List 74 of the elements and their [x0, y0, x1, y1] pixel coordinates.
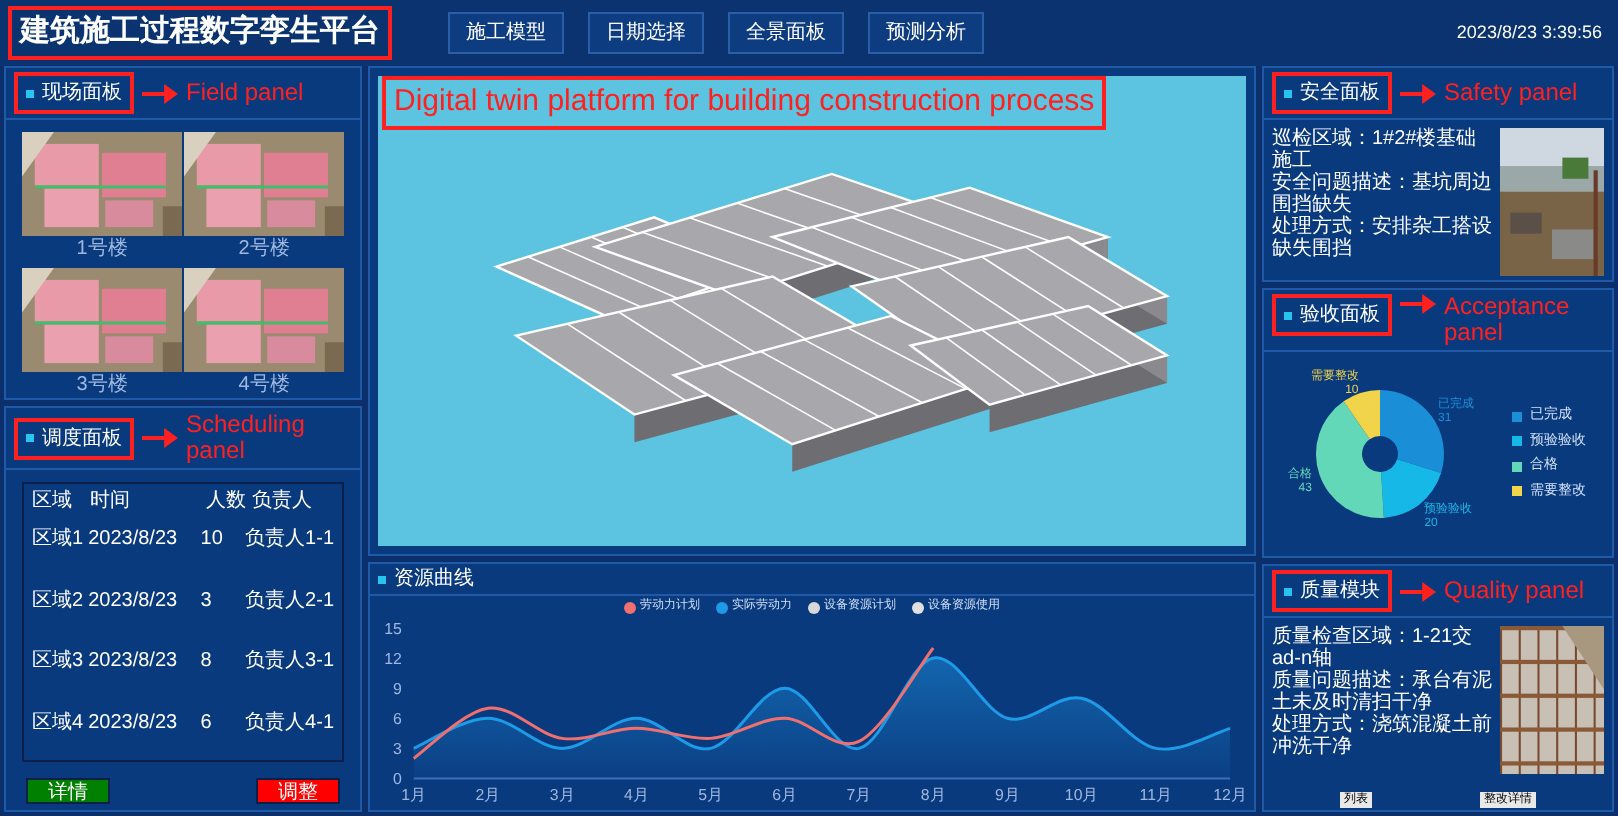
column-header: 时间	[90, 487, 132, 515]
bullet-icon	[1284, 587, 1292, 595]
arrow-icon	[1400, 294, 1436, 314]
x-tick-label: 6月	[772, 786, 798, 805]
table-cell-text: 区域4	[32, 709, 86, 737]
table-cell-text: 负责人2-1	[245, 587, 334, 615]
table-cell-text: 2023/8/23	[88, 526, 180, 554]
info-text: 处理方式：浇筑混凝土前冲洗干净	[1272, 714, 1492, 758]
table-cell-text: 负责人4-1	[245, 709, 334, 737]
column-header: 负责人	[252, 487, 314, 515]
table-cell-text: 区域2	[32, 587, 86, 615]
photo-caption: 2号楼	[238, 236, 290, 264]
info-text: 处理方式：安排杂工搭设缺失围挡	[1272, 216, 1492, 260]
nav-button[interactable]: 预测分析	[868, 12, 984, 54]
table-cell-text: 10	[200, 526, 225, 554]
bullet-icon	[378, 575, 386, 583]
annotation-label: Acceptance panel	[1444, 294, 1572, 346]
x-tick-label: 8月	[920, 786, 946, 805]
bullet-icon	[26, 434, 34, 442]
panel-title: 质量模块	[1300, 577, 1380, 606]
photo-caption: 3号楼	[76, 372, 128, 400]
info-text: 质量检查区域：1-21交ad-n轴	[1272, 626, 1475, 670]
y-axis: 0 3 6 9 12 15	[384, 619, 402, 789]
table-cell-text: 6	[200, 709, 214, 737]
x-tick-label: 3月	[549, 786, 575, 805]
bullet-icon	[1284, 311, 1292, 319]
annotation-label: Scheduling panel	[186, 412, 307, 464]
info-text: 质量问题描述：承台有泥土未及时清扫干净	[1272, 670, 1492, 714]
table-cell-text: 负责人3-1	[245, 647, 334, 676]
x-tick-label: 4月	[623, 786, 649, 805]
annotation-label: Safety panel	[1444, 80, 1578, 106]
table-cell-text: 8	[200, 648, 214, 676]
x-tick-label: 9月	[995, 786, 1020, 805]
x-tick-label: 2月	[475, 786, 501, 805]
action-button[interactable]: 详情	[26, 778, 110, 804]
app-title: 建筑施工过程数字孪生平台	[8, 6, 392, 60]
column-header: 人数	[206, 487, 248, 515]
x-tick-label: 7月	[846, 786, 872, 805]
arrow-icon	[1400, 83, 1436, 103]
nav-button[interactable]: 施工模型	[448, 12, 564, 54]
nav-button[interactable]: 全景面板	[728, 12, 844, 54]
column-header: 区域	[32, 487, 74, 515]
nav-button[interactable]: 日期选择	[588, 12, 704, 54]
table-cell-text: 区域3	[32, 647, 86, 676]
annotation-label: Quality panel	[1444, 578, 1585, 604]
panel-title: 调度面板	[42, 425, 122, 453]
table-cell-text: 2023/8/23	[88, 709, 180, 737]
x-tick-label: 12月	[1213, 786, 1247, 805]
table-cell-text: 区域1	[32, 525, 86, 554]
x-tick-label: 11月	[1139, 786, 1173, 805]
table-cell-text: 负责人1-1	[245, 525, 334, 554]
arrow-icon	[1400, 581, 1436, 601]
panel-title: 安全面板	[1300, 79, 1380, 108]
panel-title: 资源曲线	[394, 565, 474, 594]
x-tick-label: 10月	[1064, 786, 1099, 805]
info-text: 安全问题描述：基坑周边围挡缺失	[1272, 172, 1492, 216]
arrow-icon	[142, 83, 178, 103]
table-cell-text: 2023/8/23	[88, 587, 180, 615]
x-tick-label: 1月	[401, 786, 427, 805]
panel-title: 验收面板	[1300, 301, 1380, 330]
bullet-icon	[1284, 89, 1292, 97]
bullet-icon	[26, 89, 34, 97]
info-text: 巡检区域：1#2#楼基础施工	[1272, 128, 1477, 172]
photo-caption: 1号楼	[76, 236, 128, 264]
table-cell-text: 3	[200, 587, 214, 615]
arrow-icon	[142, 428, 178, 448]
table-cell-text: 2023/8/23	[88, 648, 180, 676]
annotation-label: Field panel	[186, 80, 304, 106]
datetime: 2023/8/23 3:39:56	[1456, 19, 1604, 46]
photo-caption: 4号楼	[238, 372, 290, 400]
action-button[interactable]: 调整	[256, 778, 340, 804]
panel-title: 现场面板	[42, 79, 122, 108]
annotation-label: Digital twin platform for building construction process	[382, 76, 1107, 129]
x-tick-label: 5月	[698, 786, 723, 805]
